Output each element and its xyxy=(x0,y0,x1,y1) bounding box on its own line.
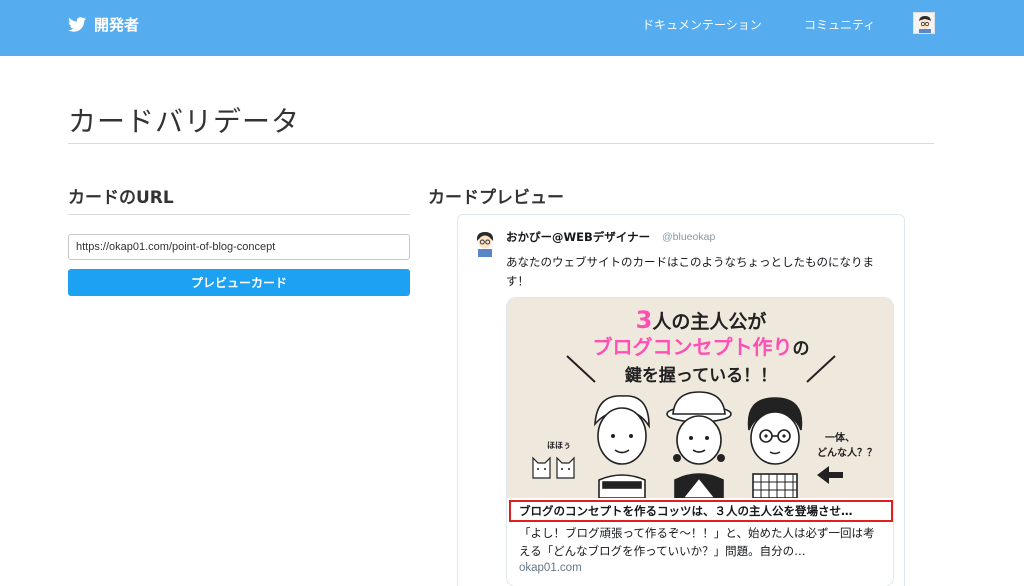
card-preview-heading: カードプレビュー xyxy=(428,188,564,208)
image-headline-line2: ブログコンセプト作り xyxy=(593,335,793,359)
user-avatar[interactable] xyxy=(913,12,935,34)
image-headline-number: 3 xyxy=(636,306,653,334)
brand-label: 開発者 xyxy=(94,15,140,34)
tweet-author-handle: @blueokap xyxy=(662,231,716,243)
link-card[interactable]: 3人の主人公が ブログコンセプト作りの 鍵を握っている！！ ほほぅ 一体、 どん… xyxy=(506,297,894,586)
image-cat-caption: ほほぅ xyxy=(547,441,571,450)
image-headline-line3: 鍵を握っている！！ xyxy=(625,365,777,386)
card-thumbnail-image: 3人の主人公が ブログコンセプト作りの 鍵を握っている！！ ほほぅ 一体、 どん… xyxy=(507,298,893,498)
tweet-author-name: おかぴー@WEBデザイナー xyxy=(506,230,651,244)
card-url-divider xyxy=(68,214,410,215)
card-domain: okap01.com xyxy=(519,562,582,574)
tweet-preview: おかぴー@WEBデザイナー @blueokap あなたのウェブサイトのカードはこ… xyxy=(457,214,905,586)
tweet-author-avatar xyxy=(472,229,498,257)
svg-text:ブログコンセプト作りの: ブログコンセプト作りの xyxy=(593,335,810,359)
card-description: 「よし！ブログ頑張って作るぞ〜！！」と、始めた人は必ず一回は考える「どんなブログ… xyxy=(519,526,875,558)
image-right-caption-2: どんな人？？ xyxy=(817,446,877,459)
page-title: カードバリデータ xyxy=(68,105,301,138)
image-headline-line1: 人の主人公が xyxy=(652,310,766,333)
preview-card-button[interactable]: プレビューカード xyxy=(68,269,410,296)
nav-community-link[interactable]: コミュニティ xyxy=(804,0,875,48)
svg-text:3人の主人公が: 3人の主人公が xyxy=(636,306,767,334)
card-url-heading: カードのURL xyxy=(68,188,174,208)
image-right-caption-1: 一体、 xyxy=(825,431,855,444)
title-divider xyxy=(68,143,934,144)
image-headline-line2-suffix: の xyxy=(793,339,810,359)
tweet-text: あなたのウェブサイトのカードはこのようなちょっとしたものになります！ xyxy=(506,255,874,288)
avatar-illustration xyxy=(914,13,934,33)
top-nav-bar: 開発者 ドキュメンテーション コミュニティ xyxy=(0,0,1024,56)
nav-documentation-link[interactable]: ドキュメンテーション xyxy=(642,0,762,48)
developer-home-link[interactable]: 開発者 xyxy=(68,0,139,48)
card-title: ブログのコンセプトを作るコッツは、３人の主人公を登場させ… xyxy=(519,504,853,518)
twitter-bird-icon xyxy=(68,16,86,32)
card-url-input[interactable] xyxy=(68,234,410,260)
